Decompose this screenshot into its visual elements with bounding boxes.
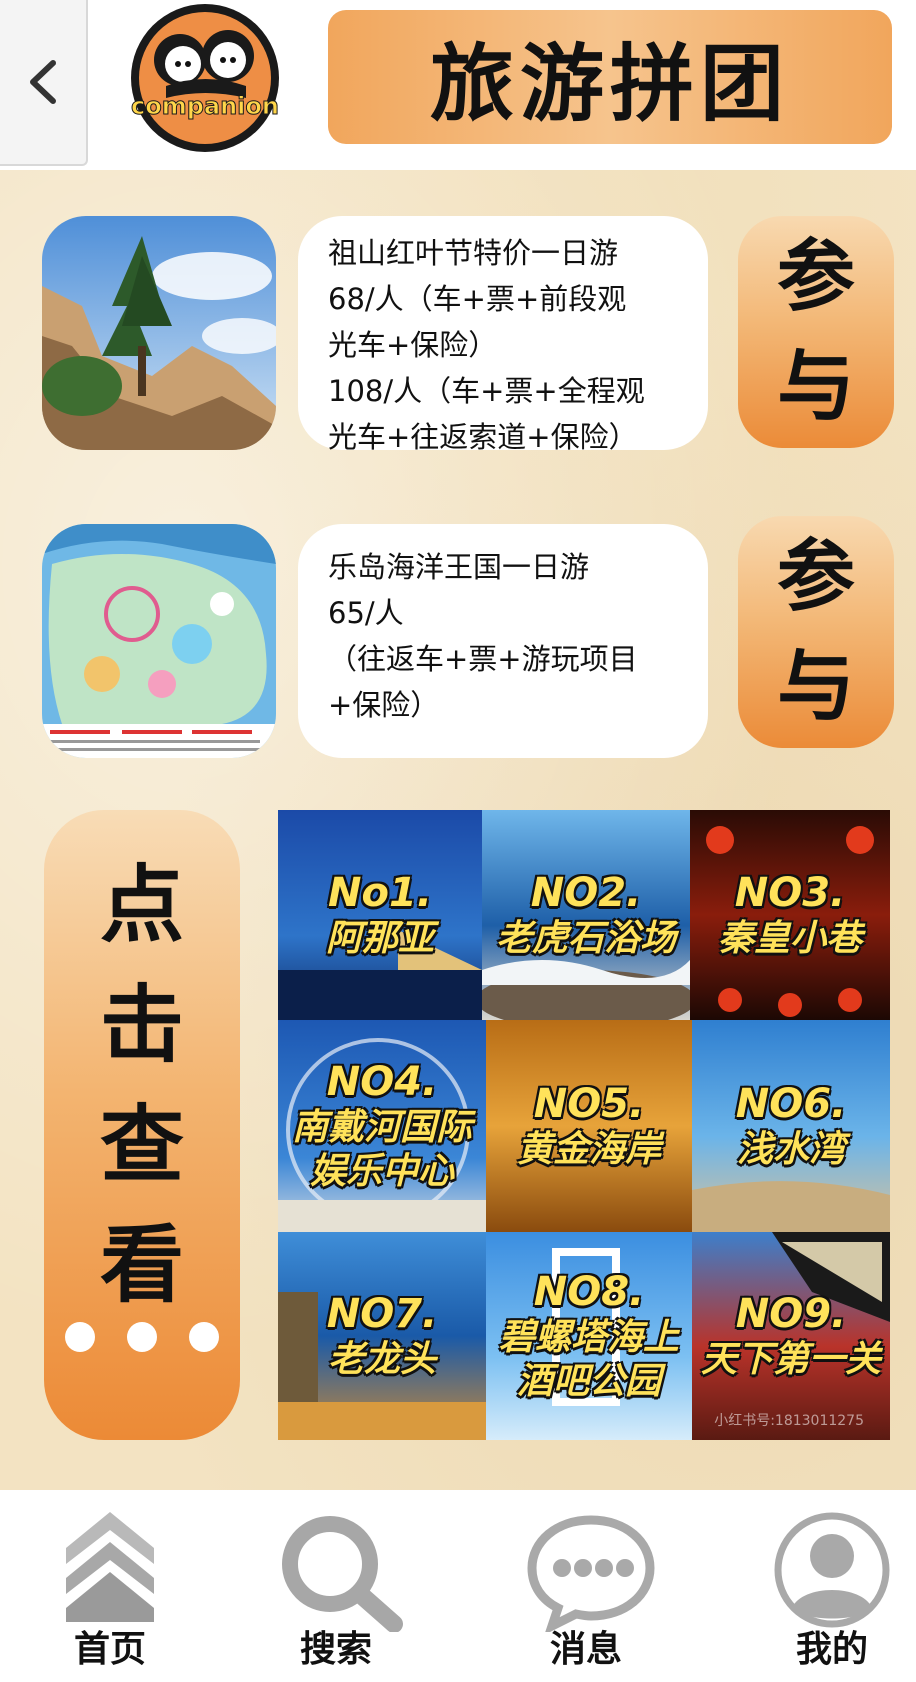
attraction-tile-6[interactable]: NO6. 浅水湾 bbox=[692, 1020, 890, 1232]
trip-line: 乐岛海洋王国一日游 bbox=[328, 550, 590, 584]
attraction-name: 碧螺塔海上 bbox=[498, 1317, 679, 1358]
back-button[interactable] bbox=[0, 0, 88, 166]
attraction-name: 老龙头 bbox=[327, 1339, 436, 1380]
attraction-number: NO3. bbox=[734, 870, 846, 916]
attraction-number: NO8. bbox=[533, 1269, 645, 1315]
nav-label: 搜索 bbox=[299, 1629, 372, 1670]
bottom-navigation: 首页 搜索 消息 我的 bbox=[0, 1490, 916, 1682]
join-char: 参 bbox=[776, 532, 855, 622]
attraction-tile-8[interactable]: NO8. 碧螺塔海上 酒吧公园 bbox=[486, 1232, 692, 1440]
trip-card-ledao: 乐岛海洋王国一日游 65/人 （往返车+票+游玩项目 +保险） bbox=[298, 524, 708, 758]
attraction-tile-3[interactable]: NO3. 秦皇小巷 bbox=[690, 810, 890, 1020]
attraction-name: 南戴河国际 bbox=[291, 1107, 472, 1148]
chevron-left-icon bbox=[30, 60, 56, 104]
page-title: 旅游拼团 bbox=[429, 34, 790, 133]
attraction-name: 娱乐中心 bbox=[309, 1151, 454, 1192]
join-char: 参 bbox=[776, 232, 855, 322]
attraction-name: 老虎石浴场 bbox=[495, 918, 676, 959]
header: companion 旅游拼团 bbox=[0, 0, 916, 170]
trip-line: （往返车+票+游玩项目 bbox=[328, 642, 638, 676]
nav-label: 消息 bbox=[549, 1629, 622, 1670]
attraction-number: NO9. bbox=[735, 1291, 847, 1337]
nav-messages[interactable]: 消息 bbox=[506, 1490, 666, 1682]
join-char: 与 bbox=[776, 342, 855, 432]
attraction-number: NO4. bbox=[326, 1059, 438, 1105]
attraction-number: NO2. bbox=[530, 870, 642, 916]
ledao-map-thumbnail[interactable] bbox=[42, 524, 276, 758]
attraction-number: NO5. bbox=[533, 1081, 645, 1127]
trip-line: 68/人（车+票+前段观 bbox=[328, 282, 627, 316]
attraction-tile-4[interactable]: NO4. 南戴河国际 娱乐中心 bbox=[278, 1020, 486, 1232]
trip-line: 祖山红叶节特价一日游 bbox=[328, 236, 619, 270]
attraction-name: 浅水湾 bbox=[736, 1129, 845, 1170]
attractions-grid: No1. 阿那亚 NO2. 老虎石浴场 NO3. 秦皇小巷 NO4. 南戴河国际… bbox=[278, 810, 890, 1440]
attraction-number: NO7. bbox=[326, 1291, 438, 1337]
view-more-char: 看 bbox=[99, 1216, 184, 1314]
attraction-tile-9[interactable]: NO9. 天下第一关 小红书号:1813011275 bbox=[692, 1232, 890, 1440]
content-area: 祖山红叶节特价一日游 68/人（车+票+前段观 光车+保险） 108/人（车+票… bbox=[0, 170, 916, 1490]
view-more-button[interactable]: 点 击 查 看 bbox=[44, 810, 240, 1440]
nav-label: 首页 bbox=[73, 1629, 146, 1670]
attraction-number: No1. bbox=[328, 870, 432, 916]
attraction-name: 酒吧公园 bbox=[516, 1361, 661, 1402]
watermark-text: 小红书号:1813011275 bbox=[714, 1413, 864, 1429]
trip-line: 65/人 bbox=[328, 596, 404, 630]
home-chevrons-icon bbox=[66, 1512, 154, 1622]
companion-logo: companion bbox=[128, 2, 282, 154]
view-more-char: 点 bbox=[99, 856, 184, 954]
trip-line: 光车+保险） bbox=[328, 328, 498, 362]
nav-home[interactable]: 首页 bbox=[30, 1490, 190, 1682]
join-button-zushan[interactable]: 参 与 bbox=[738, 216, 894, 448]
attraction-tile-7[interactable]: NO7. 老龙头 bbox=[278, 1232, 486, 1440]
view-more-char: 查 bbox=[99, 1096, 184, 1194]
nav-label: 我的 bbox=[795, 1629, 868, 1670]
join-button-ledao[interactable]: 参 与 bbox=[738, 516, 894, 748]
logo-text: companion bbox=[131, 92, 279, 120]
trip-line: 108/人（车+票+全程观 bbox=[328, 374, 645, 408]
view-more-char: 击 bbox=[99, 976, 184, 1074]
message-bubble-icon bbox=[527, 1515, 655, 1632]
ellipsis-dots-icon bbox=[44, 1322, 240, 1352]
trip-card-zushan: 祖山红叶节特价一日游 68/人（车+票+前段观 光车+保险） 108/人（车+票… bbox=[298, 216, 708, 454]
attraction-name: 阿那亚 bbox=[325, 918, 434, 959]
zushan-thumbnail[interactable] bbox=[42, 216, 276, 450]
attraction-tile-5[interactable]: NO5. 黄金海岸 bbox=[486, 1020, 692, 1232]
join-char: 与 bbox=[776, 642, 855, 732]
attraction-name: 秦皇小巷 bbox=[717, 918, 862, 959]
search-icon bbox=[282, 1516, 403, 1632]
trip-line: 光车+往返索道+保险） bbox=[328, 420, 638, 454]
attraction-number: NO6. bbox=[735, 1081, 847, 1127]
trip-line: +保险） bbox=[328, 688, 440, 722]
attraction-tile-2[interactable]: NO2. 老虎石浴场 bbox=[482, 810, 690, 1020]
attraction-tile-1[interactable]: No1. 阿那亚 bbox=[278, 810, 482, 1020]
nav-profile[interactable]: 我的 bbox=[752, 1490, 912, 1682]
attraction-name: 天下第一关 bbox=[700, 1339, 881, 1380]
user-avatar-icon bbox=[774, 1512, 890, 1628]
title-banner: 旅游拼团 bbox=[328, 10, 892, 144]
attraction-name: 黄金海岸 bbox=[516, 1129, 661, 1170]
nav-search[interactable]: 搜索 bbox=[256, 1490, 416, 1682]
